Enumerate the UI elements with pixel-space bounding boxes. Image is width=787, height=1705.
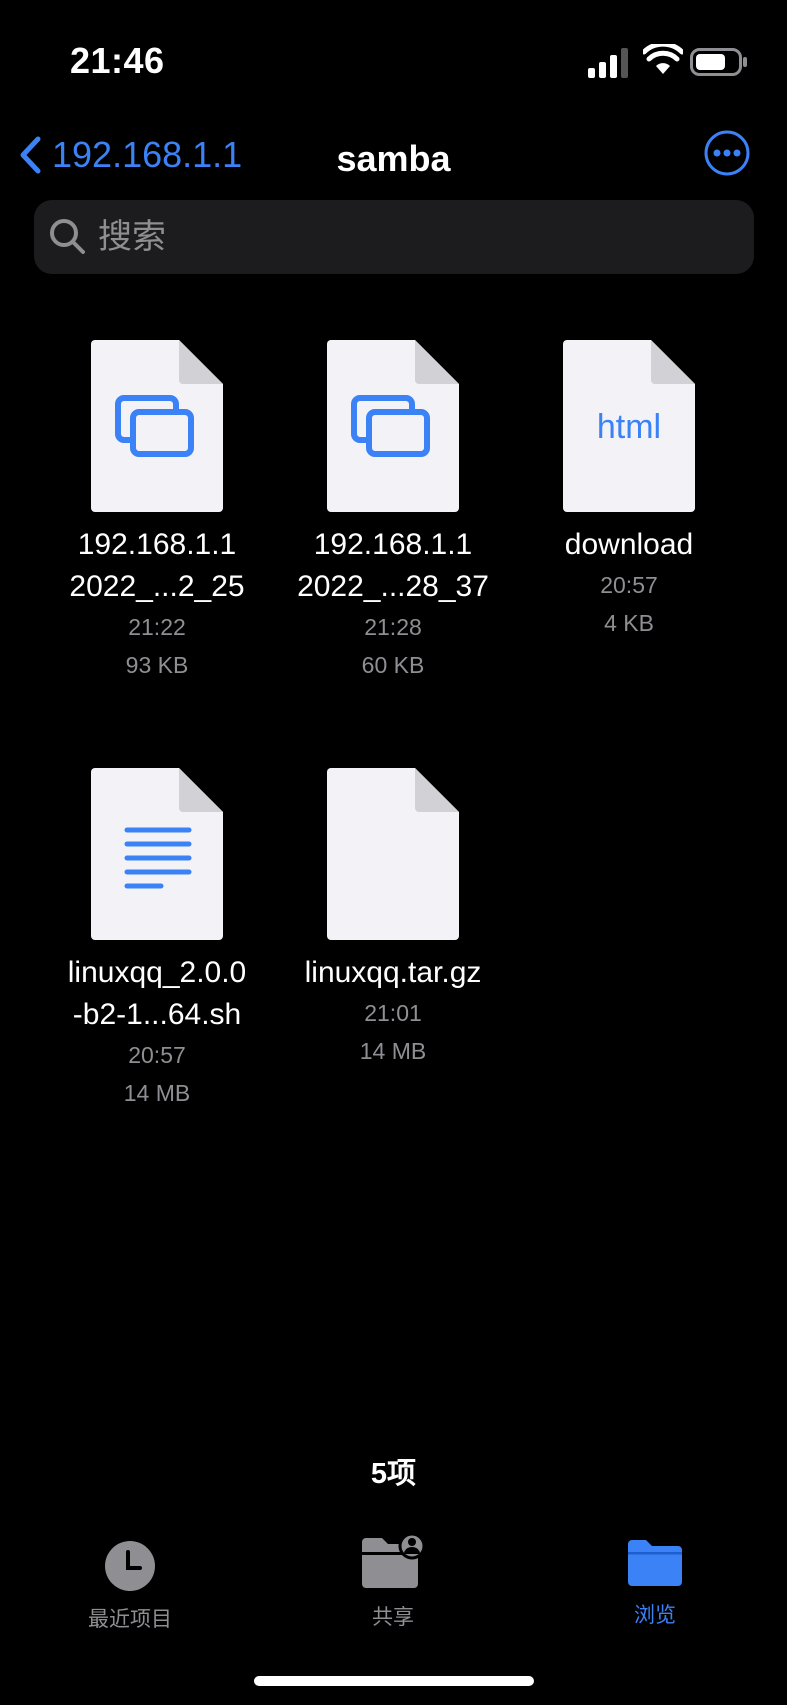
file-size: 93 KB: [125, 652, 189, 678]
status-bar: 21:46: [0, 0, 787, 120]
file-name-line: 192.168.1.1: [313, 528, 473, 561]
html-icon-label: html: [597, 408, 661, 446]
file-size: 14 MB: [123, 1080, 191, 1106]
navigation-bar: 192.168.1.1 samba: [0, 120, 787, 190]
tab-recents[interactable]: 最近项目: [50, 1540, 210, 1633]
tab-label: 浏览: [634, 1604, 676, 1627]
file-time: 21:28: [364, 614, 422, 640]
file-size: 14 MB: [359, 1038, 427, 1064]
tab-shared[interactable]: 共享: [313, 1532, 473, 1631]
file-item[interactable]: html download 20:57 4 KB: [511, 340, 747, 642]
file-item[interactable]: linuxqq.tar.gz 21:01 14 MB: [275, 768, 511, 1070]
file-name: linuxqq.tar.gz: [275, 952, 511, 994]
folder-icon: [628, 1540, 682, 1586]
search-bar[interactable]: [34, 200, 754, 274]
file-name: download: [511, 524, 747, 566]
page-title: samba: [336, 138, 451, 179]
blank-file-icon: [327, 768, 459, 940]
text-file-icon: [91, 768, 223, 940]
item-count: 5项: [370, 1458, 417, 1490]
file-name: 192.168.1.1 2022_...2_25: [39, 524, 275, 608]
screenshot-file-icon: [91, 340, 223, 512]
battery-icon: [690, 48, 747, 76]
file-name-line: 2022_...2_25: [69, 570, 245, 603]
search-icon: [50, 219, 85, 254]
cellular-signal-icon: [588, 48, 628, 78]
html-file-icon: html: [563, 340, 695, 512]
wifi-icon: [643, 44, 683, 74]
file-time: 21:22: [128, 614, 186, 640]
file-time: 20:57: [600, 572, 658, 598]
file-name-line: 2022_...28_37: [297, 570, 489, 603]
tab-browse[interactable]: 浏览: [575, 1538, 735, 1629]
shared-folder-icon: [362, 1532, 426, 1588]
file-name: linuxqq_2.0.0 -b2-1...64.sh: [39, 952, 275, 1036]
file-name-line: linuxqq_2.0.0: [67, 956, 247, 989]
tab-bar: 最近项目 共享 浏览: [0, 1532, 787, 1660]
clock-icon: [105, 1541, 155, 1591]
home-indicator: [254, 1676, 534, 1686]
file-name-line: 192.168.1.1: [77, 528, 237, 561]
tab-label: 最近项目: [88, 1608, 172, 1631]
file-time: 20:57: [128, 1042, 186, 1068]
status-time: 21:46: [70, 40, 165, 81]
file-name-line: -b2-1...64.sh: [72, 998, 242, 1031]
file-size: 4 KB: [604, 610, 654, 636]
file-name-line: linuxqq.tar.gz: [304, 956, 482, 989]
file-item[interactable]: 192.168.1.1 2022_...2_25 21:22 93 KB: [39, 340, 275, 684]
file-time: 21:01: [364, 1000, 422, 1026]
screenshot-file-icon: [327, 340, 459, 512]
more-options-icon[interactable]: [703, 129, 751, 177]
file-name: 192.168.1.1 2022_...28_37: [275, 524, 511, 608]
file-size: 60 KB: [361, 652, 425, 678]
tab-label: 共享: [372, 1606, 414, 1629]
file-item[interactable]: linuxqq_2.0.0 -b2-1...64.sh 20:57 14 MB: [39, 768, 275, 1112]
file-item[interactable]: 192.168.1.1 2022_...28_37 21:28 60 KB: [275, 340, 511, 684]
search-input[interactable]: [96, 216, 700, 258]
file-name-line: download: [564, 528, 694, 561]
